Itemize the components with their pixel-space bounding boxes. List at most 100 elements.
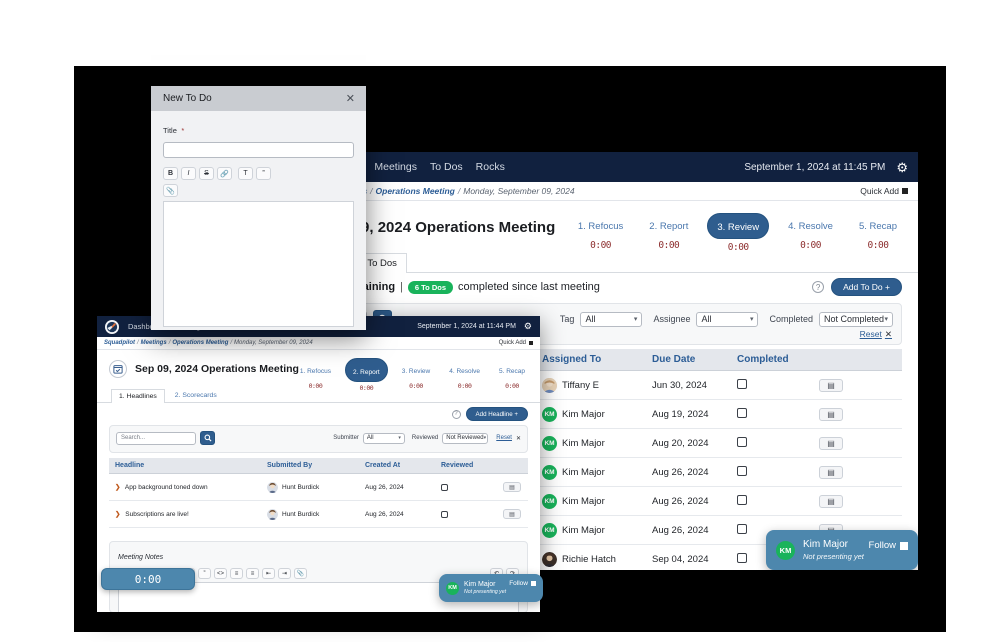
completed-checkbox[interactable] bbox=[737, 466, 747, 476]
assignee-filter-select[interactable]: All ▾ bbox=[696, 311, 759, 327]
step-report[interactable]: 2. Report 0:00 bbox=[344, 358, 388, 392]
reviewed-filter-select[interactable]: Not Reviewed ▾ bbox=[442, 432, 489, 444]
numbered-list-icon[interactable]: ≡ bbox=[246, 568, 259, 579]
row-menu-button[interactable]: ▤ bbox=[819, 465, 843, 479]
tag-filter-select[interactable]: All ▾ bbox=[580, 311, 643, 327]
completed-filter-select[interactable]: Not Completed ▾ bbox=[819, 311, 893, 327]
nav-link-rocks[interactable]: Rocks bbox=[476, 161, 505, 173]
reviewed-checkbox[interactable] bbox=[441, 484, 448, 491]
description-editor[interactable] bbox=[163, 201, 354, 327]
close-icon[interactable]: ✕ bbox=[516, 435, 521, 442]
step-timer: 0:00 bbox=[359, 384, 374, 392]
completed-checkbox[interactable] bbox=[737, 379, 747, 389]
step-report[interactable]: 2. Report 0:00 bbox=[642, 213, 695, 251]
col-created-at[interactable]: Created At bbox=[359, 458, 435, 474]
submitter-filter-value: All bbox=[366, 435, 374, 441]
attachment-icon[interactable]: 📎 bbox=[163, 184, 178, 197]
outdent-icon[interactable]: ⇤ bbox=[262, 568, 275, 579]
col-headline[interactable]: Headline bbox=[109, 458, 261, 474]
close-icon[interactable]: ✕ bbox=[346, 92, 355, 105]
quick-add-button[interactable]: Quick Add bbox=[860, 186, 908, 196]
gear-icon[interactable]: ⚙ bbox=[524, 322, 532, 331]
col-due-date[interactable]: Due Date bbox=[644, 349, 729, 371]
step-resolve[interactable]: 4. Resolve 0:00 bbox=[444, 358, 485, 390]
col-completed[interactable]: Completed bbox=[729, 349, 811, 371]
presenter-badge-todos[interactable]: KM Kim Major Not presenting yet Follow bbox=[766, 530, 918, 570]
indent-icon[interactable]: ⇥ bbox=[278, 568, 291, 579]
row-menu-button[interactable]: ▤ bbox=[819, 407, 843, 421]
breadcrumb-root[interactable]: Squadpilot bbox=[104, 340, 135, 346]
code-icon[interactable]: <> bbox=[214, 568, 227, 579]
step-review[interactable]: 3. Review 0:00 bbox=[397, 358, 436, 390]
step-refocus[interactable]: 1. Refocus 0:00 bbox=[295, 358, 336, 390]
question-mark-icon[interactable]: ? bbox=[812, 281, 825, 293]
chevron-right-icon[interactable]: ❯ bbox=[115, 484, 120, 491]
search-input[interactable]: Search... bbox=[116, 431, 196, 445]
cell-due-date: Aug 19, 2024 bbox=[644, 399, 729, 429]
presenter-badge-headlines[interactable]: KM Kim Major Not presenting yet Follow bbox=[439, 574, 543, 602]
completed-checkbox[interactable] bbox=[737, 553, 747, 563]
font-size-icon[interactable]: T bbox=[238, 167, 253, 180]
nav-link-meetings[interactable]: Meetings bbox=[374, 161, 417, 173]
bullet-list-icon[interactable]: ≡ bbox=[230, 568, 243, 579]
table-row[interactable]: ❯ Subscriptions are live! Hunt Burdick A… bbox=[109, 500, 528, 528]
tab-scorecards[interactable]: 2. Scorecards bbox=[167, 388, 225, 402]
attachment-icon[interactable]: 📎 bbox=[294, 568, 307, 579]
quote-icon[interactable]: ” bbox=[256, 167, 271, 180]
step-review[interactable]: 3. Review 0:00 bbox=[707, 213, 770, 253]
follow-checkbox[interactable] bbox=[900, 541, 908, 550]
search-button[interactable] bbox=[200, 431, 215, 445]
reset-filters-link[interactable]: Reset bbox=[496, 435, 512, 441]
reset-filters-link[interactable]: Reset ✕ bbox=[860, 329, 892, 340]
step-recap[interactable]: 5. Recap 0:00 bbox=[494, 358, 530, 390]
quote-icon[interactable]: ” bbox=[198, 568, 211, 579]
nav-link-todos[interactable]: To Dos bbox=[430, 161, 463, 173]
col-assigned-to[interactable]: Assigned To bbox=[534, 349, 644, 371]
col-reviewed[interactable]: Reviewed bbox=[435, 458, 497, 474]
quick-add-label: Quick Add bbox=[498, 340, 526, 346]
step-label: 2. Report bbox=[352, 369, 380, 376]
link-icon[interactable]: 🔗 bbox=[217, 167, 232, 180]
step-recap[interactable]: 5. Recap 0:00 bbox=[852, 213, 904, 251]
breadcrumb-meetings[interactable]: Meetings bbox=[141, 340, 167, 346]
row-menu-button[interactable]: ▤ bbox=[503, 482, 521, 492]
step-resolve[interactable]: 4. Resolve 0:00 bbox=[781, 213, 840, 251]
title-field[interactable] bbox=[163, 142, 354, 158]
reviewed-checkbox[interactable] bbox=[441, 511, 448, 518]
italic-button[interactable]: I bbox=[181, 167, 196, 180]
completed-checkbox[interactable] bbox=[737, 524, 747, 534]
completed-checkbox[interactable] bbox=[737, 408, 747, 418]
meeting-timer-button[interactable]: 0:00 bbox=[101, 568, 195, 590]
chevron-right-icon[interactable]: ❯ bbox=[115, 511, 120, 518]
col-submitted-by[interactable]: Submitted By bbox=[261, 458, 359, 474]
row-menu-button[interactable]: ▤ bbox=[503, 509, 521, 519]
row-menu-button[interactable]: ▤ bbox=[819, 378, 843, 392]
chevron-down-icon: ▾ bbox=[749, 316, 754, 323]
strikethrough-button[interactable]: S bbox=[199, 167, 214, 180]
quick-add-button[interactable]: Quick Add bbox=[499, 340, 533, 346]
breadcrumb-meeting[interactable]: Operations Meeting bbox=[376, 186, 455, 196]
table-row[interactable]: ❯ App background toned down Hunt Burdick… bbox=[109, 473, 528, 501]
follow-checkbox[interactable] bbox=[531, 581, 536, 586]
close-icon[interactable]: ✕ bbox=[885, 329, 892, 339]
completed-checkbox[interactable] bbox=[737, 495, 747, 505]
step-refocus[interactable]: 1. Refocus 0:00 bbox=[571, 213, 630, 251]
submitter-filter-select[interactable]: All ▾ bbox=[362, 432, 405, 444]
rocket-globe-logo[interactable] bbox=[105, 319, 119, 334]
breadcrumb-meeting[interactable]: Operations Meeting bbox=[172, 340, 228, 346]
tab-headlines[interactable]: 1. Headlines bbox=[111, 389, 165, 403]
question-mark-icon[interactable]: ? bbox=[451, 409, 461, 419]
step-label: 1. Refocus bbox=[577, 221, 624, 232]
avatar: KM bbox=[542, 435, 557, 451]
bold-button[interactable]: B bbox=[163, 167, 178, 180]
follow-toggle[interactable]: Follow bbox=[509, 580, 536, 587]
completed-checkbox[interactable] bbox=[737, 437, 747, 447]
row-menu-button[interactable]: ▤ bbox=[819, 494, 843, 508]
follow-toggle[interactable]: Follow bbox=[869, 540, 908, 551]
step-label: 3. Review bbox=[401, 368, 431, 375]
row-menu-button[interactable]: ▤ bbox=[819, 436, 843, 450]
gear-icon[interactable]: ⚙ bbox=[896, 161, 908, 174]
reset-label: Reset bbox=[496, 435, 512, 441]
add-todo-button[interactable]: Add To Do + bbox=[831, 278, 902, 296]
add-headline-button[interactable]: Add Headline + bbox=[465, 407, 528, 421]
